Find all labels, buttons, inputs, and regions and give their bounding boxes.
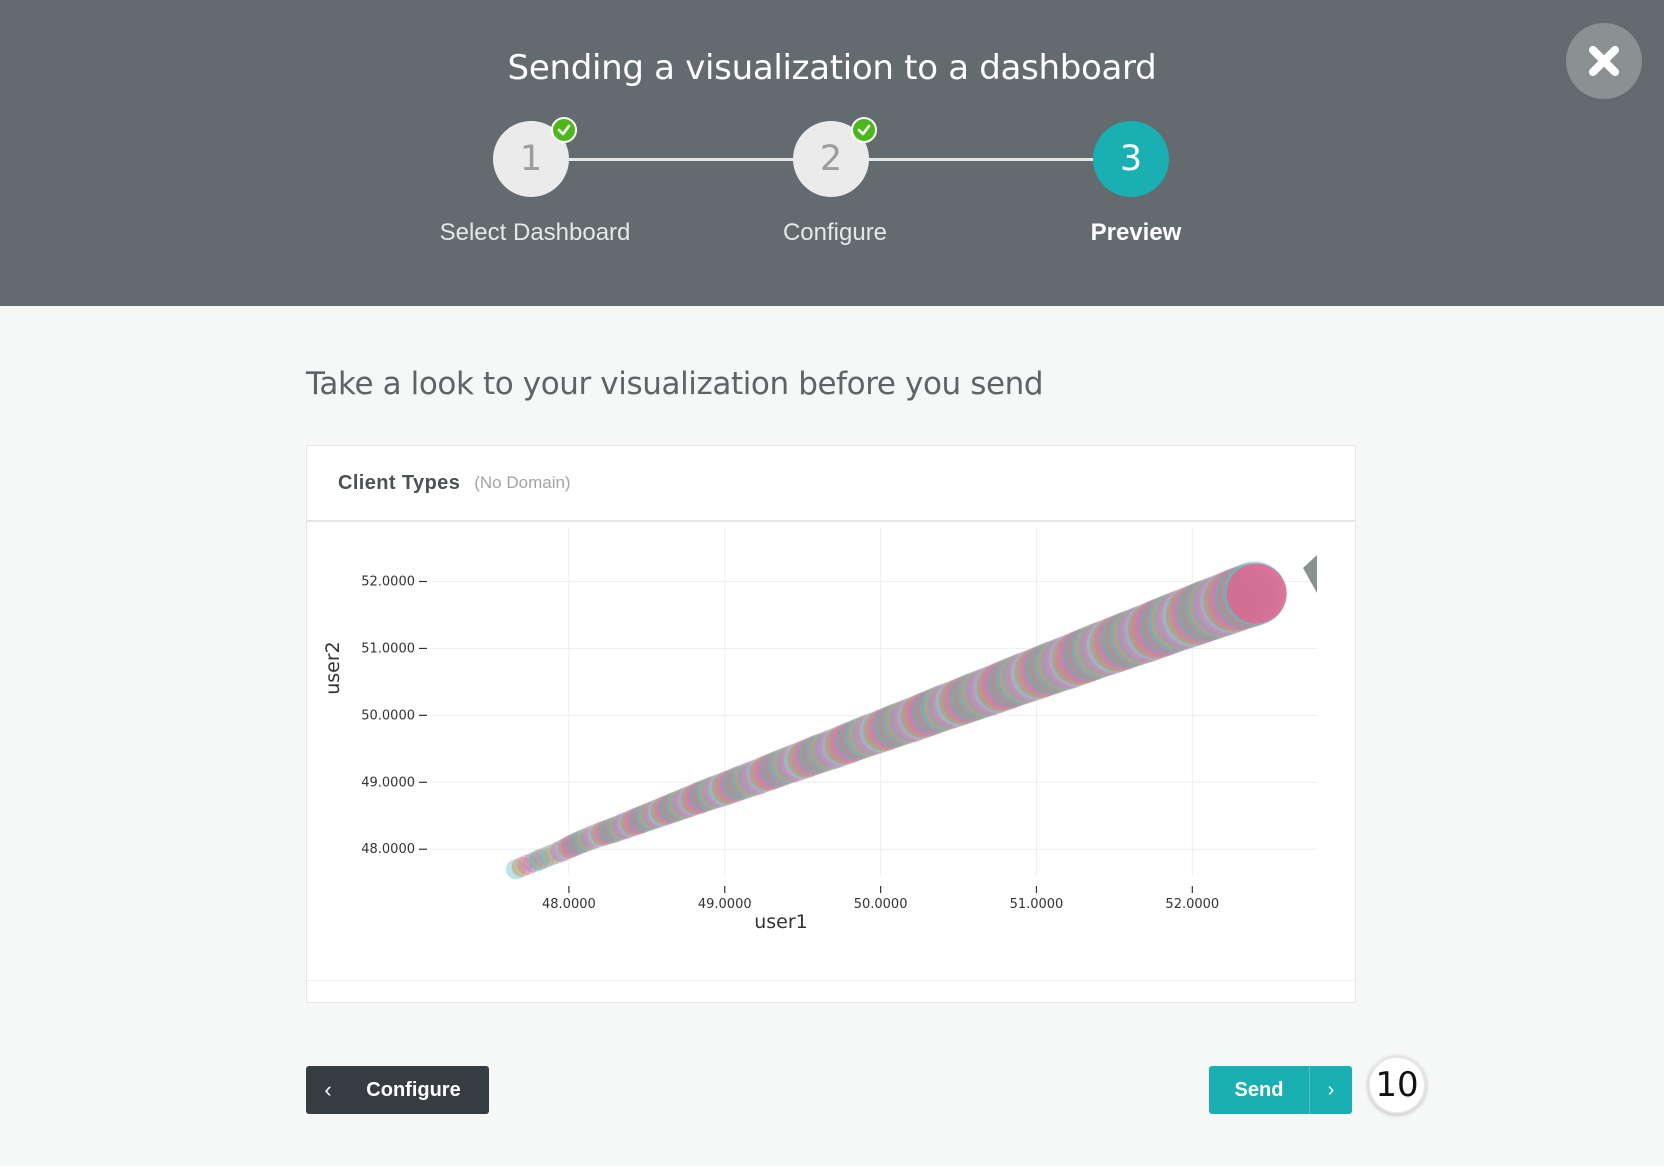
tutorial-step-badge: 10 (1368, 1056, 1426, 1114)
send-button[interactable]: Send › (1209, 1066, 1352, 1114)
x-tick-label: 52.0000 (1165, 897, 1219, 912)
data-point (1226, 563, 1287, 624)
step-label-preview: Preview (1090, 219, 1182, 246)
collapse-handle-icon (1303, 555, 1317, 593)
check-icon (551, 117, 577, 143)
y-tick-label: 52.0000 (361, 575, 415, 590)
chevron-right-icon: › (1327, 1078, 1335, 1101)
wizard-title: Sending a visualization to a dashboard (507, 48, 1157, 88)
step-connector (866, 158, 1094, 161)
visualization-card: Client Types (No Domain) 48.0000 49.0000 5… (306, 445, 1356, 1003)
back-configure-button[interactable]: ‹ Configure (306, 1066, 489, 1114)
check-icon (851, 117, 877, 143)
x-tick-label: 48.0000 (542, 897, 596, 912)
send-button-label: Send (1234, 1078, 1284, 1101)
step-3[interactable]: 3 (1093, 121, 1169, 197)
step-label-configure: Configure (782, 219, 888, 246)
scatter-chart: 48.0000 49.0000 50.0000 51.0000 52.0000 48.00… (322, 528, 1317, 933)
x-tick-label: 51.0000 (1010, 897, 1064, 912)
step-label-select-dashboard: Select Dashboard (439, 219, 631, 246)
close-button[interactable] (1566, 23, 1642, 99)
chevron-left-icon: ‹ (324, 1077, 332, 1102)
y-tick-label: 50.0000 (361, 708, 415, 723)
step-connector (566, 158, 794, 161)
y-axis-label: user2 (322, 641, 344, 695)
preview-heading: Take a look to your visualization before… (306, 366, 1044, 402)
step-1[interactable]: 1 (493, 117, 577, 197)
step-number: 3 (1093, 121, 1169, 197)
y-tick-label: 51.0000 (361, 641, 415, 656)
step-2[interactable]: 2 (793, 117, 877, 197)
back-button-label: Configure (366, 1078, 461, 1101)
close-icon (1589, 46, 1619, 76)
wizard-header: Sending a visualization to a dashboard 1… (0, 0, 1664, 306)
x-tick-label: 49.0000 (698, 897, 752, 912)
y-tick-label: 49.0000 (361, 775, 415, 790)
y-tick-label: 48.0000 (361, 842, 415, 857)
card-footer (307, 980, 1355, 1002)
x-tick-label: 50.0000 (854, 897, 908, 912)
x-axis-label: user1 (754, 911, 808, 933)
